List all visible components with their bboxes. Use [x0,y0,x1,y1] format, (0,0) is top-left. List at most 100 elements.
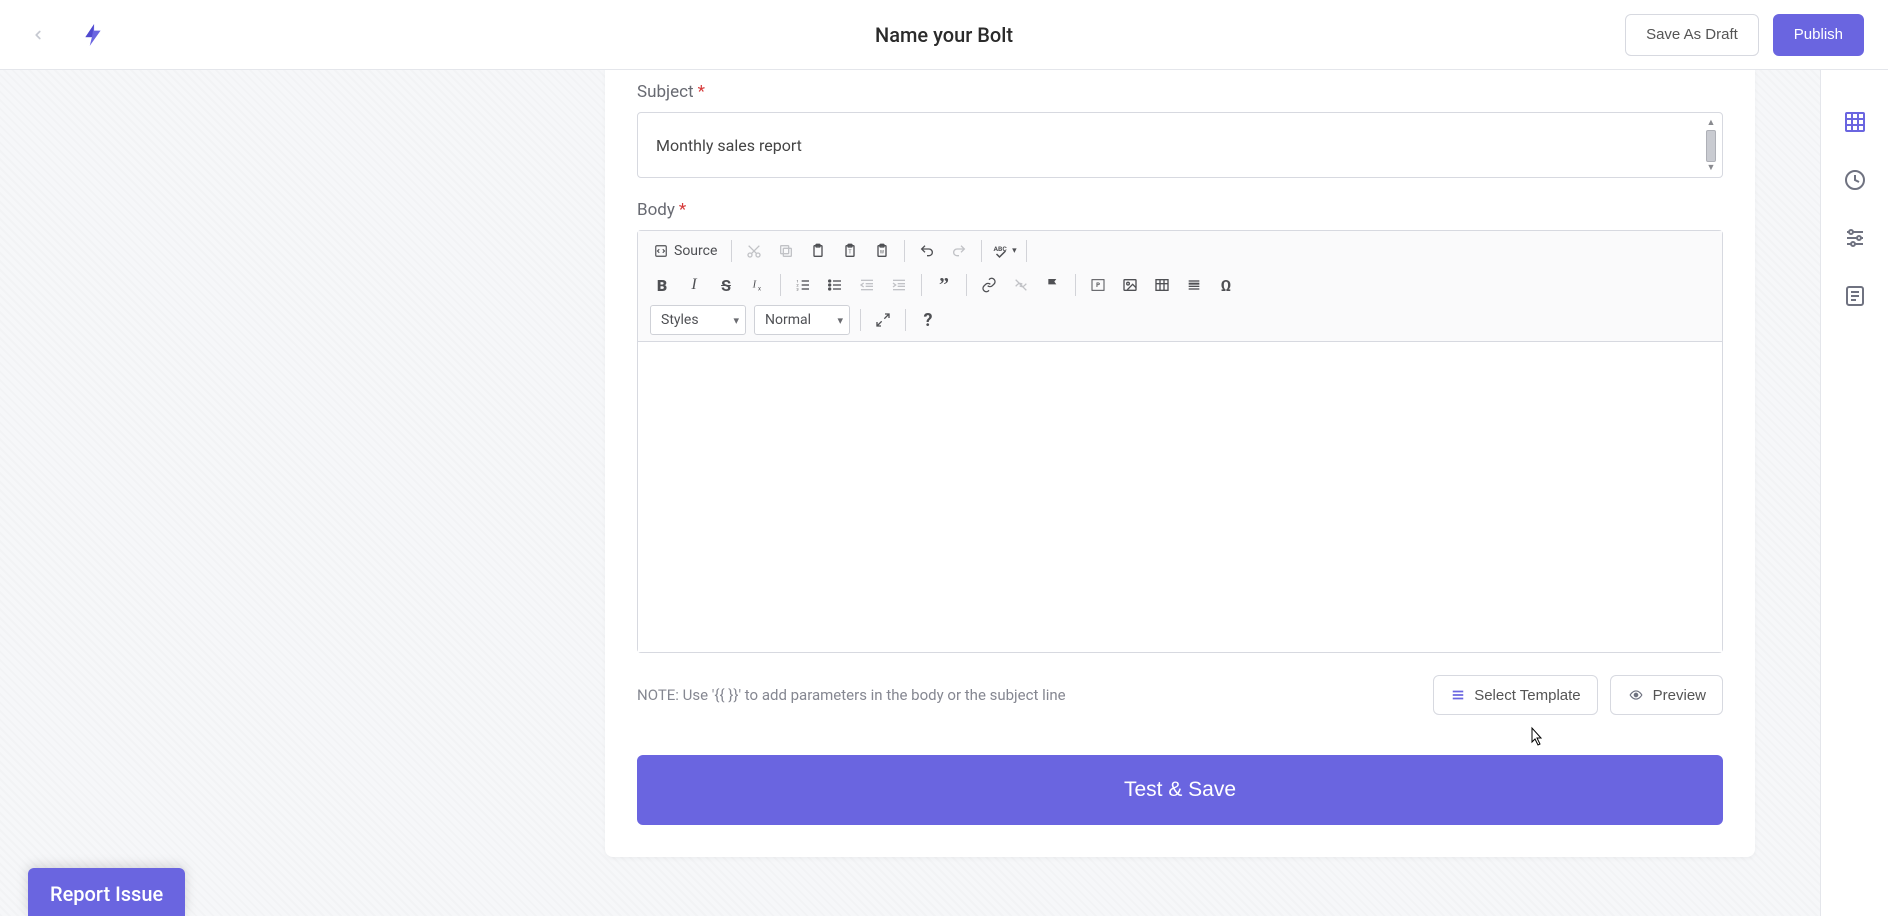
paste-button[interactable] [804,237,832,265]
top-bar: Name your Bolt Save As Draft Publish [0,0,1888,70]
scrollbar-track [1706,130,1716,162]
help-button[interactable]: ? [914,306,942,334]
maximize-icon [875,312,891,328]
required-mark: * [679,200,686,220]
redo-button[interactable] [945,237,973,265]
toolbar-separator [1026,240,1027,262]
unlink-button[interactable] [1007,271,1035,299]
omega-icon: Ω [1221,276,1232,295]
italic-icon: I [691,276,696,294]
back-button[interactable] [24,21,52,49]
ordered-list-icon: 123 [795,277,811,293]
hr-button[interactable] [1180,271,1208,299]
table-icon [1154,277,1170,293]
chevron-left-icon [31,28,45,42]
paste-icon [810,243,826,259]
indent-icon [891,277,907,293]
indent-button[interactable] [885,271,913,299]
required-mark: * [698,82,705,102]
subject-input[interactable] [638,113,1698,177]
outdent-icon [859,277,875,293]
pagebreak-icon: P [1089,277,1107,293]
select-template-button[interactable]: Select Template [1433,675,1597,715]
publish-button[interactable]: Publish [1773,14,1864,56]
subject-label: Subject* [637,82,1723,102]
unordered-list-icon [827,277,843,293]
paste-word-icon: W [874,243,890,259]
top-actions: Save As Draft Publish [1625,14,1864,56]
preview-button[interactable]: Preview [1610,675,1723,715]
special-char-button[interactable]: Ω [1212,271,1240,299]
redo-icon [951,243,967,259]
styles-select[interactable]: Styles [650,305,746,335]
sliders-icon [1843,226,1867,250]
page-title: Name your Bolt [875,23,1013,47]
rail-grid-button[interactable] [1839,106,1871,138]
undo-icon [919,243,935,259]
svg-text:I: I [752,280,757,291]
svg-text:W: W [880,250,885,256]
remove-format-icon: Ix [749,277,767,293]
rail-notes-button[interactable] [1839,280,1871,312]
anchor-button[interactable] [1039,271,1067,299]
strike-button[interactable]: S [712,271,740,299]
bold-icon: B [657,276,667,295]
editor-footer-row: NOTE: Use '{{ }}' to add parameters in t… [637,675,1723,715]
source-label: Source [674,243,717,259]
svg-text:T: T [849,250,853,256]
grid-icon [1843,110,1867,134]
rail-history-button[interactable] [1839,164,1871,196]
image-button[interactable] [1116,271,1144,299]
source-icon [654,244,668,258]
table-button[interactable] [1148,271,1176,299]
notes-icon [1843,284,1867,308]
toolbar-separator [860,309,861,331]
source-button[interactable]: Source [646,237,725,265]
copy-button[interactable] [772,237,800,265]
strike-icon: S [721,276,731,295]
save-draft-button[interactable]: Save As Draft [1625,14,1759,56]
link-icon [981,277,997,293]
format-select[interactable]: Normal [754,305,850,335]
maximize-button[interactable] [869,306,897,334]
parameter-note: NOTE: Use '{{ }}' to add parameters in t… [637,686,1066,704]
hr-icon [1186,277,1202,293]
outdent-button[interactable] [853,271,881,299]
undo-button[interactable] [913,237,941,265]
toolbar-separator [731,240,732,262]
body-editor: Source T W ABC [637,230,1723,653]
paste-word-button[interactable]: W [868,237,896,265]
rail-settings-button[interactable] [1839,222,1871,254]
blockquote-button[interactable]: ” [930,271,958,299]
bold-button[interactable]: B [648,271,676,299]
link-button[interactable] [975,271,1003,299]
toolbar-separator [981,240,982,262]
pagebreak-button[interactable]: P [1084,271,1112,299]
italic-button[interactable]: I [680,271,708,299]
remove-format-button[interactable]: Ix [744,271,772,299]
bolt-logo-icon [80,22,106,48]
subject-scrollbar[interactable]: ▲ ▼ [1704,119,1718,173]
svg-text:P: P [1096,282,1100,289]
stage: Subject* ▲ ▼ Body* Source [0,70,1820,916]
toolbar-separator [1075,274,1076,296]
svg-text:x: x [758,285,761,292]
test-save-button[interactable]: Test & Save [637,755,1723,825]
body-textarea[interactable] [638,342,1722,652]
toolbar-separator [780,274,781,296]
report-issue-button[interactable]: Report Issue [28,868,185,916]
help-icon: ? [924,310,933,331]
copy-icon [778,243,794,259]
spellcheck-button[interactable]: ABC ▾ [990,237,1018,265]
toolbar-separator [904,240,905,262]
cut-button[interactable] [740,237,768,265]
paste-text-button[interactable]: T [836,237,864,265]
brand-logo[interactable] [80,22,106,48]
side-rail [1820,70,1888,916]
ordered-list-button[interactable]: 123 [789,271,817,299]
editor-actions: Select Template Preview [1433,675,1723,715]
scroll-up-icon: ▲ [1707,119,1716,128]
toolbar-separator [921,274,922,296]
unordered-list-button[interactable] [821,271,849,299]
subject-field-wrap: ▲ ▼ [637,112,1723,178]
